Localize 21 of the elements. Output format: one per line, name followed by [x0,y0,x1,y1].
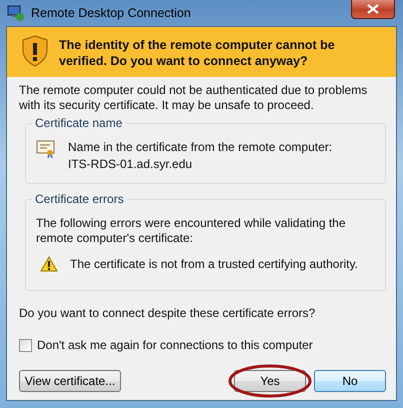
monitor-icon [7,4,25,22]
error-text: The certificate is not from a trusted certifying authority. [70,257,358,271]
dialog-button[interactable]: No [314,370,386,392]
message-text: The remote computer could not be authenticated due to problems with its security certificate. It may be unsafe to proceed. [19,83,368,113]
dialog-button[interactable]: Yes [234,370,306,392]
errors-intro-text: The following errors were encountered while validating the remote computer's certificate: [36,216,347,246]
certificate-name-text: Name in the certificate from the remote computer: [68,140,332,154]
close-button[interactable] [351,0,395,19]
dialog-button[interactable]: View certificate... [19,370,121,392]
banner-heading: The identity of the remote computer cannot be verified. Do you want to connect anyway? [59,37,336,69]
group-title: Certificate errors [32,192,127,206]
close-icon [367,4,379,14]
question-text: Do you want to connect despite these certificate errors? [19,306,316,320]
shield-warning-icon [21,35,49,67]
window-title: Remote Desktop Connection [31,6,191,20]
certificate-icon [36,140,56,158]
checkbox[interactable] [19,338,32,352]
group-title: Certificate name [32,116,126,130]
warning-icon [40,256,58,272]
certificate-name-text: ITS-RDS-01.ad.syr.edu [68,157,194,171]
checkbox-label: Don't ask me again for connections to this computer [37,338,313,352]
